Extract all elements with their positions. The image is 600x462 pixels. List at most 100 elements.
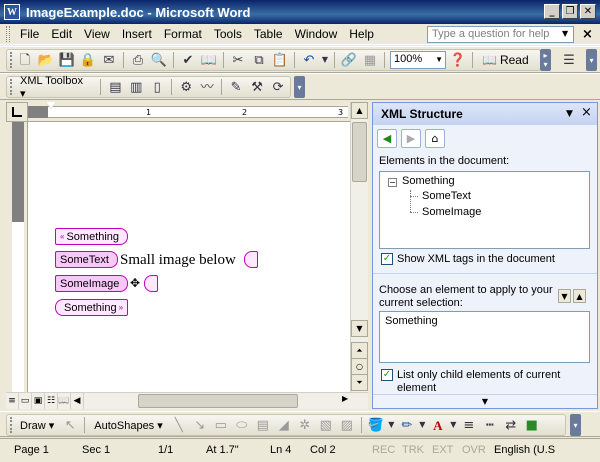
xml-attribute-icon[interactable]: ▯ <box>148 78 166 96</box>
list-only-children-checkbox[interactable]: ✓ <box>381 369 393 381</box>
text-box-icon[interactable]: ▤ <box>254 416 272 434</box>
document-close-icon[interactable]: × <box>582 27 593 42</box>
fill-color-dropdown-icon[interactable]: ▼ <box>388 416 395 434</box>
draw-menu-button[interactable]: Draw ▾ <box>16 419 58 432</box>
tree-node-sometext[interactable]: SomeText <box>422 190 471 202</box>
tab-selector-icon[interactable] <box>6 102 28 122</box>
toolbar-grip[interactable] <box>10 52 13 68</box>
xml-tag-something-close[interactable]: Something» <box>55 299 129 316</box>
restore-button[interactable]: ❐ <box>562 4 578 19</box>
dash-style-icon[interactable]: ┅ <box>481 416 499 434</box>
oval-tool-icon[interactable]: ⬭ <box>233 416 251 434</box>
document-page[interactable]: «Something SomeText Small image below So… <box>28 122 350 392</box>
xml-tag-sometext-close[interactable] <box>244 251 258 268</box>
xml-tag-something-open[interactable]: «Something <box>55 228 129 245</box>
horizontal-scroll-thumb[interactable] <box>138 394 298 408</box>
indent-marker-icon[interactable] <box>46 102 56 109</box>
scroll-left-icon[interactable]: ◀ <box>71 393 84 409</box>
list-only-children-label[interactable]: List only child elements of current elem… <box>397 369 587 395</box>
show-tags-checkbox[interactable]: ✓ <box>381 253 393 265</box>
menubar-grip[interactable] <box>6 26 10 42</box>
show-tags-label[interactable]: Show XML tags in the document <box>397 253 555 266</box>
xml-schema-icon[interactable]: ▥ <box>127 78 145 96</box>
menu-help[interactable]: Help <box>343 27 380 41</box>
font-color-icon[interactable]: A <box>429 416 447 434</box>
xml-tag-sometext-open[interactable]: SomeText <box>55 251 118 268</box>
xml-refresh-icon[interactable]: ⟳ <box>269 78 287 96</box>
menu-table[interactable]: Table <box>248 27 289 41</box>
undo-icon[interactable]: ↶ <box>300 51 318 69</box>
tree-node-something[interactable]: Something <box>402 175 455 187</box>
image-placeholder-icon[interactable]: ✥ <box>130 276 140 290</box>
arrow-tool-icon[interactable]: ↘ <box>191 416 209 434</box>
status-record-macro[interactable]: REC <box>372 444 395 456</box>
clip-art-icon[interactable]: ▧ <box>317 416 335 434</box>
print-preview-icon[interactable]: 🔍 <box>150 51 168 69</box>
help-dropdown-icon[interactable]: ▼ <box>562 29 568 38</box>
print-layout-icon[interactable]: ▣ <box>32 393 45 409</box>
autoshapes-menu-button[interactable]: AutoShapes ▾ <box>90 419 167 432</box>
paste-icon[interactable]: 📋 <box>271 51 289 69</box>
xml-tag-someimage-close[interactable] <box>144 275 158 292</box>
pane-scroll-down-icon[interactable]: ▼ <box>373 394 597 408</box>
vertical-ruler[interactable] <box>6 122 28 392</box>
rectangle-tool-icon[interactable]: ▭ <box>212 416 230 434</box>
menu-edit[interactable]: Edit <box>45 27 78 41</box>
permission-icon[interactable]: 🔒 <box>79 51 97 69</box>
outline-view-icon[interactable]: ☷ <box>45 393 58 409</box>
status-overtype[interactable]: OVR <box>462 444 486 456</box>
help-icon[interactable]: ❓ <box>449 51 467 69</box>
next-page-icon[interactable]: ⏷ <box>351 374 368 391</box>
xml-toolbar-grip[interactable] <box>10 79 13 95</box>
document-text[interactable]: Small image below <box>120 252 236 269</box>
menu-format[interactable]: Format <box>158 27 208 41</box>
xml-transform-icon[interactable]: ⚙ <box>177 78 195 96</box>
scroll-up-icon[interactable]: ▲ <box>351 102 368 119</box>
pane-close-icon[interactable]: × <box>581 105 592 120</box>
arrow-style-icon[interactable]: ⇄ <box>502 416 520 434</box>
select-objects-icon[interactable]: ↖ <box>61 416 79 434</box>
read-button[interactable]: 📖 Read <box>478 53 533 67</box>
horizontal-ruler[interactable]: 1 2 3 <box>28 102 350 122</box>
shadow-style-icon[interactable]: ■ <box>523 416 541 434</box>
word-app-icon[interactable]: W <box>4 4 20 20</box>
menu-view[interactable]: View <box>78 27 116 41</box>
menu-tools[interactable]: Tools <box>208 27 248 41</box>
scroll-down-icon[interactable]: ▼ <box>351 320 368 337</box>
home-icon[interactable]: ⌂ <box>425 128 445 148</box>
vertical-scrollbar[interactable]: ▲ ▼ ⏶ ○ ⏷ <box>350 102 368 392</box>
drawing-toolbar-overflow-icon[interactable]: ▾ <box>570 414 581 436</box>
element-list[interactable]: Something <box>379 311 590 363</box>
save-icon[interactable]: 💾 <box>58 51 76 69</box>
hyperlink-icon[interactable]: 🔗 <box>340 51 358 69</box>
status-extend-selection[interactable]: EXT <box>432 444 453 456</box>
close-button[interactable]: ✕ <box>580 4 596 19</box>
drawing-toolbar-grip[interactable] <box>10 417 13 433</box>
line-color-dropdown-icon[interactable]: ▼ <box>419 416 426 434</box>
tree-node-someimage[interactable]: SomeImage <box>422 206 481 218</box>
insert-picture-icon[interactable]: ▨ <box>338 416 356 434</box>
sort-down-icon[interactable]: ▼ <box>558 289 571 303</box>
back-icon[interactable]: ◀ <box>377 128 397 148</box>
zoom-select[interactable]: 100% ▼ <box>390 51 446 69</box>
diagram-icon[interactable]: ✲ <box>296 416 314 434</box>
minimize-button[interactable]: _ <box>544 4 560 19</box>
forward-icon[interactable]: ▶ <box>401 128 421 148</box>
line-tool-icon[interactable]: ╲ <box>170 416 188 434</box>
status-language[interactable]: English (U.S <box>494 444 555 456</box>
cut-icon[interactable]: ✂ <box>229 51 247 69</box>
select-browse-object-icon[interactable]: ○ <box>351 358 368 375</box>
xml-options-icon[interactable]: ⚒ <box>248 78 266 96</box>
zoom-dropdown-icon[interactable]: ▼ <box>435 55 443 64</box>
tree-collapse-icon[interactable]: − <box>388 178 397 187</box>
xml-tag-someimage-open[interactable]: SomeImage <box>55 275 129 292</box>
menu-window[interactable]: Window <box>289 27 344 41</box>
xml-validate-icon[interactable]: 〰 <box>198 78 216 96</box>
normal-view-icon[interactable]: ≡ <box>6 393 19 409</box>
bullets-icon[interactable]: ☰ <box>560 51 578 69</box>
font-color-dropdown-icon[interactable]: ▼ <box>450 416 457 434</box>
fill-color-icon[interactable]: 🪣 <box>367 416 385 434</box>
scroll-right-icon[interactable]: ▶ <box>342 394 348 403</box>
email-icon[interactable]: ✉ <box>100 51 118 69</box>
research-icon[interactable]: 📖 <box>200 51 218 69</box>
